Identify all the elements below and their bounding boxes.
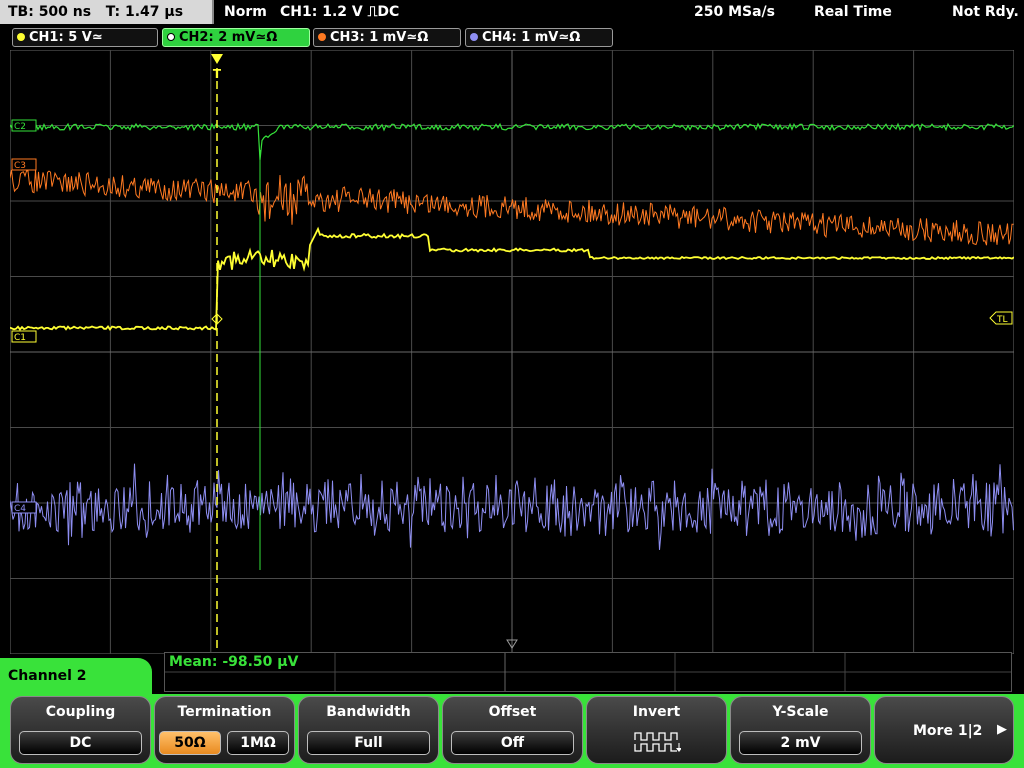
ch2-color-dot bbox=[167, 33, 175, 41]
termination-1mohm-option[interactable]: 1MΩ bbox=[227, 731, 289, 755]
invert-title: Invert bbox=[632, 704, 681, 720]
tab-ch3[interactable]: CH3: 1 mV≃Ω bbox=[313, 28, 461, 47]
ch4-ground-marker[interactable]: C4 bbox=[11, 501, 37, 514]
tab-ch3-label: CH3: 1 mV≃Ω bbox=[330, 30, 429, 45]
bandwidth-title: Bandwidth bbox=[326, 704, 411, 720]
ch1-ground-marker[interactable]: C1 bbox=[11, 330, 37, 343]
tab-ch4-label: CH4: 1 mV≃Ω bbox=[482, 30, 581, 45]
offset-softkey[interactable]: Offset Off bbox=[442, 696, 583, 764]
arrow-right-icon: ▶ bbox=[997, 722, 1007, 737]
coupling-softkey[interactable]: Coupling DC bbox=[10, 696, 151, 764]
ch2-ground-marker[interactable]: C2 bbox=[11, 119, 37, 132]
tab-ch2-label: CH2: 2 mV≃Ω bbox=[179, 30, 278, 45]
acquisition-mode[interactable]: Real Time bbox=[814, 0, 892, 24]
ch4-ground-label: C4 bbox=[14, 504, 26, 514]
trigger-position-label: T bbox=[213, 67, 222, 81]
termination-50ohm-option[interactable]: 50Ω bbox=[159, 731, 221, 755]
bandwidth-value[interactable]: Full bbox=[307, 731, 430, 755]
offset-title: Offset bbox=[488, 704, 537, 720]
ch3-ground-marker[interactable]: C3 bbox=[11, 158, 37, 171]
ch2-ground-label: C2 bbox=[14, 122, 26, 132]
yscale-title: Y-Scale bbox=[772, 704, 829, 720]
yscale-softkey[interactable]: Y-Scale 2 mV bbox=[730, 696, 871, 764]
coupling-value[interactable]: DC bbox=[19, 731, 142, 755]
ch3-ground-label: C3 bbox=[14, 161, 26, 171]
more-softkey[interactable]: More 1|2 ▶ bbox=[874, 696, 1014, 764]
run-state: Not Rdy. bbox=[952, 4, 1019, 20]
termination-title: Termination bbox=[177, 704, 272, 720]
tab-ch1[interactable]: CH1: 5 V≃ bbox=[12, 28, 158, 47]
ch3-color-dot bbox=[318, 33, 326, 41]
more-label: More 1|2 bbox=[913, 723, 983, 739]
waveform-display[interactable]: T C2 C3 C1 C4 TL bbox=[10, 50, 1014, 654]
termination-softkey[interactable]: Termination 50Ω 1MΩ bbox=[154, 696, 295, 764]
coupling-title: Coupling bbox=[45, 704, 116, 720]
tab-ch2[interactable]: CH2: 2 mV≃Ω bbox=[162, 28, 310, 47]
tab-ch4[interactable]: CH4: 1 mV≃Ω bbox=[465, 28, 613, 47]
invert-softkey[interactable]: Invert bbox=[586, 696, 727, 764]
trigger-settings[interactable]: CH1: 1.2 V ⎍DC bbox=[280, 0, 399, 24]
trigger-mode[interactable]: Norm bbox=[224, 0, 267, 24]
invert-waveform-icon bbox=[634, 732, 681, 752]
sample-rate: 250 MSa/s bbox=[694, 4, 776, 20]
ch1-color-dot bbox=[17, 33, 25, 41]
mean-measurement[interactable]: Mean: -98.50 µV bbox=[169, 654, 298, 670]
ch1-ground-label: C1 bbox=[14, 333, 26, 343]
status-bar: TB: 500 ns T: 1.47 µs Norm CH1: 1.2 V ⎍D… bbox=[0, 0, 1024, 26]
offset-value[interactable]: Off bbox=[451, 731, 574, 755]
tab-ch1-label: CH1: 5 V≃ bbox=[29, 30, 103, 45]
timebase-readout[interactable]: TB: 500 ns T: 1.47 µs bbox=[0, 0, 214, 24]
ch4-color-dot bbox=[470, 33, 478, 41]
trigger-level-label: TL bbox=[996, 315, 1008, 325]
bandwidth-softkey[interactable]: Bandwidth Full bbox=[298, 696, 439, 764]
measurement-panel: Mean: -98.50 µV bbox=[164, 652, 1012, 692]
yscale-value[interactable]: 2 mV bbox=[739, 731, 862, 755]
